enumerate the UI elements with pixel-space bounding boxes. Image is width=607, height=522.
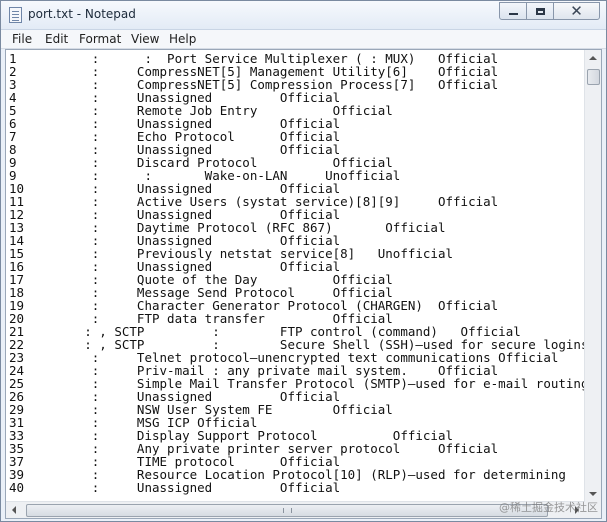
notepad-icon [9,7,22,23]
title-bar[interactable]: port.txt - Notepad ✕ [1,1,606,30]
text-editor[interactable]: 1 : : Port Service Multiplexer ( : MUX) … [5,49,602,519]
menu-bar: File Edit Format View Help [1,30,606,49]
close-button[interactable]: ✕ [553,2,600,20]
arrow-down-icon [589,492,597,496]
menu-view[interactable]: View [131,32,159,46]
text-line: 40 : Unassigned Official [9,480,341,495]
text-content[interactable]: 1 : : Port Service Multiplexer ( : MUX) … [9,52,585,500]
menu-format[interactable]: Format [79,32,121,46]
maximize-icon [535,7,545,15]
minimize-icon [508,13,518,15]
menu-file[interactable]: File [12,32,32,46]
watermark: @稀土掘金技术社区 [499,501,598,514]
arrow-up-icon [589,56,597,60]
menu-edit[interactable]: Edit [45,32,68,46]
arrow-left-icon [12,506,16,514]
scroll-up-button[interactable] [585,50,601,66]
horizontal-scroll-thumb[interactable] [26,504,548,517]
vertical-scrollbar[interactable] [584,50,601,502]
menu-help[interactable]: Help [169,32,196,46]
maximize-button[interactable] [526,2,554,20]
window-title: port.txt - Notepad [28,7,136,21]
notepad-window: port.txt - Notepad ✕ File Edit Format Vi… [0,0,607,522]
minimize-button[interactable] [499,2,527,20]
close-icon: ✕ [570,1,583,20]
scroll-left-button[interactable] [6,502,22,518]
vertical-scroll-thumb[interactable] [587,69,600,85]
grip-icon [283,508,292,513]
